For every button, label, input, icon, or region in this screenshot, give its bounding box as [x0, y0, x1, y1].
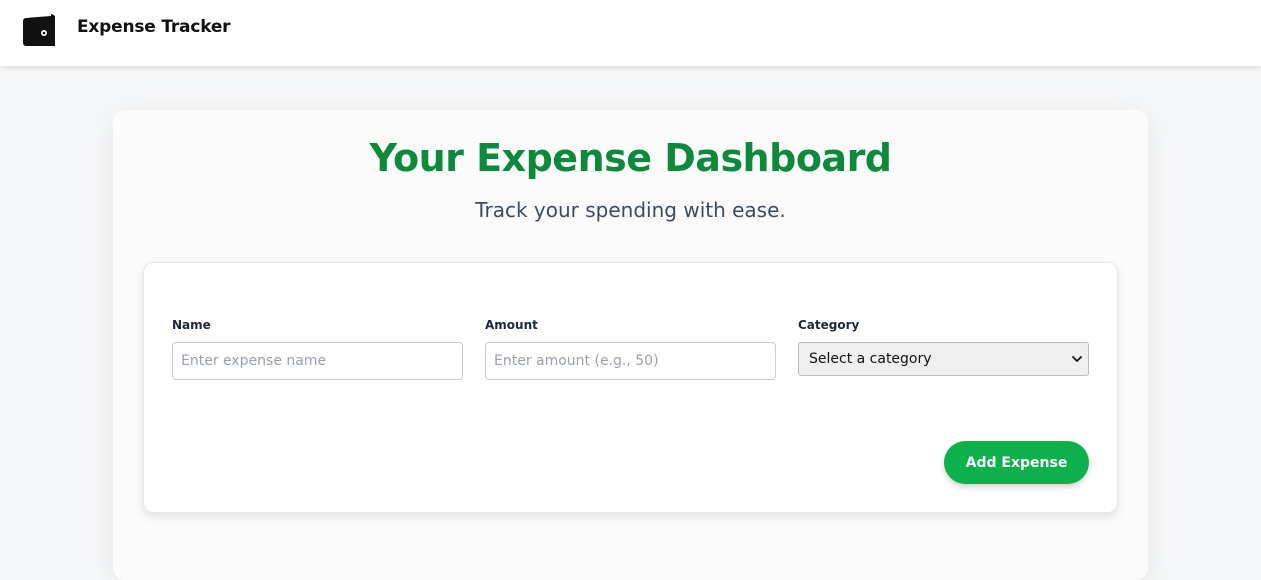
page-subtitle: Track your spending with ease. [475, 198, 786, 222]
top-navbar: Expense Tracker [0, 0, 1261, 66]
category-select[interactable]: Select a category [798, 342, 1089, 376]
add-expense-button[interactable]: Add Expense [944, 441, 1089, 484]
wallet-icon[interactable] [22, 12, 60, 48]
category-label: Category [798, 318, 860, 332]
expense-name-input[interactable] [172, 342, 463, 380]
category-selected-value: Select a category [809, 351, 932, 367]
page-title: Your Expense Dashboard [369, 136, 892, 180]
amount-label: Amount [485, 318, 538, 332]
name-label: Name [172, 318, 211, 332]
chevron-down-icon [1072, 356, 1082, 362]
brand-name[interactable]: Expense Tracker [77, 17, 231, 37]
expense-amount-input[interactable] [485, 342, 776, 380]
